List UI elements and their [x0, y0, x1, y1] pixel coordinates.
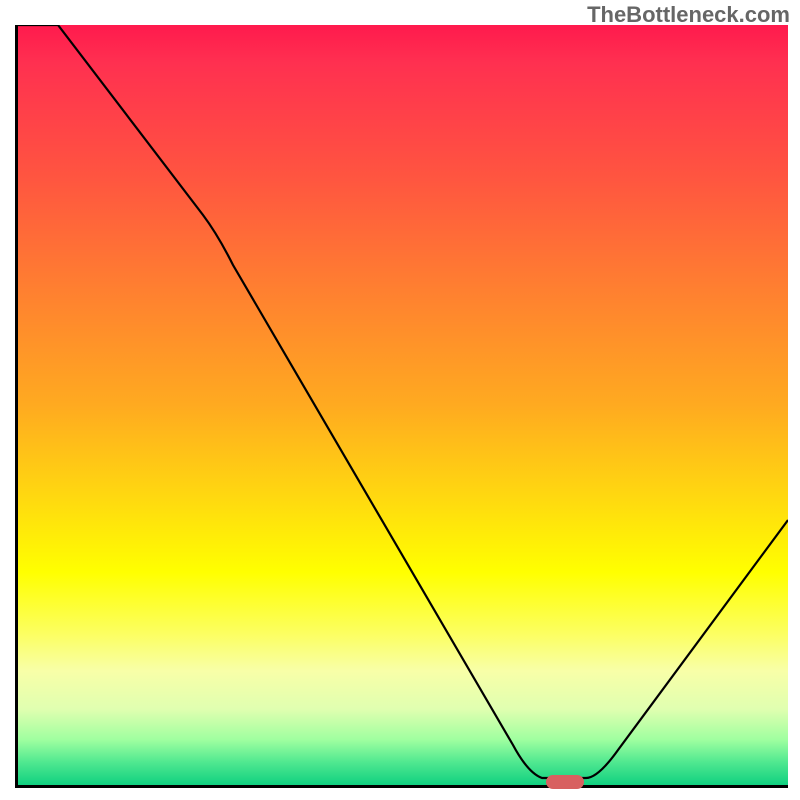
chart-optimal-marker	[546, 775, 584, 789]
chart-plot-area	[15, 25, 788, 788]
watermark-text: TheBottleneck.com	[587, 2, 790, 28]
chart-background-gradient	[18, 25, 788, 785]
